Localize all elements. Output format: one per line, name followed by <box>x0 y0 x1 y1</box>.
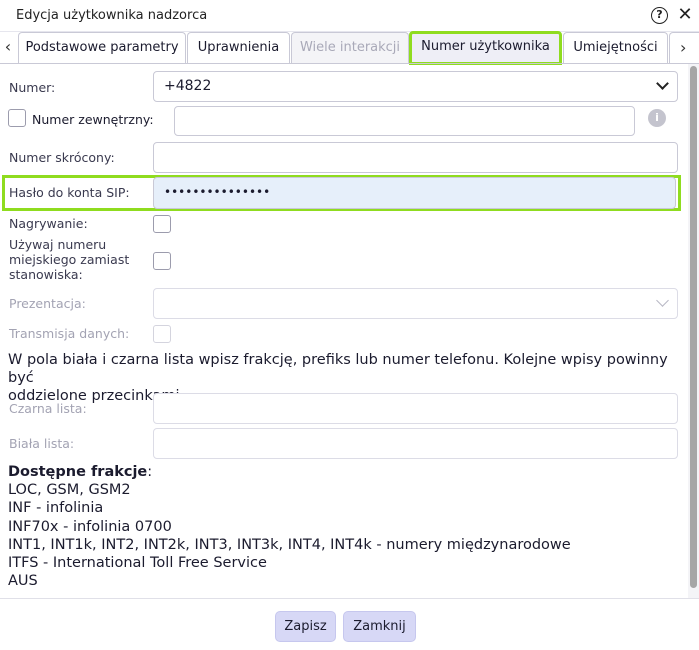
close-button[interactable]: Zamknij <box>343 611 416 642</box>
dialog-title: Edycja użytkownika nadzorca <box>16 8 208 23</box>
czarna-lista-input[interactable] <box>153 393 678 424</box>
tab-label: Umiejętności <box>573 40 658 55</box>
numer-label: Numer: <box>9 80 56 95</box>
tab-label: Uprawnienia <box>197 40 280 55</box>
tab-umiejetnosci[interactable]: Umiejętności <box>563 32 668 64</box>
tab-wiele-interakcji: Wiele interakcji <box>291 32 409 64</box>
tab-uprawnienia[interactable]: Uprawnienia <box>187 32 290 64</box>
tab-numer-uzytkownika[interactable]: Numer użytkownika <box>409 31 562 65</box>
numer-miejski-label: Używaj numeru miejskiego zamiast stanowi… <box>9 237 130 282</box>
prezentacja-select[interactable] <box>153 288 678 319</box>
save-button[interactable]: Zapisz <box>275 611 336 642</box>
czarna-lista-label: Czarna lista: <box>9 401 87 416</box>
biala-lista-input[interactable] <box>153 428 678 459</box>
tab-bar: ‹ Podstawowe parametry Uprawnienia Wiele… <box>0 31 699 65</box>
tab-scroll-left-icon[interactable]: ‹ <box>0 32 16 64</box>
haslo-sip-input[interactable]: ••••••••••••••• <box>153 177 676 209</box>
numer-value: +4822 <box>164 78 212 94</box>
fractions-heading: Dostępne frakcje: <box>8 464 153 480</box>
numer-zewnetrzny-input[interactable] <box>174 106 635 136</box>
tab-scroll-right-icon[interactable]: › <box>669 32 699 64</box>
fraction-line: INT1, INT1k, INT2, INT2k, INT3, INT3k, I… <box>8 536 571 553</box>
nagrywanie-label: Nagrywanie: <box>9 216 88 231</box>
help-icon[interactable]: ? <box>651 7 668 24</box>
prezentacja-label: Prezentacja: <box>9 296 86 311</box>
fraction-line: LOC, GSM, GSM2 <box>8 482 131 499</box>
chevron-down-icon <box>656 77 669 90</box>
dialog-footer: Zapisz Zamknij <box>0 598 699 650</box>
haslo-sip-label: Hasło do konta SIP: <box>9 185 130 200</box>
chevron-down-icon <box>656 294 669 307</box>
numer-skrocony-input[interactable] <box>153 142 678 173</box>
numer-zewnetrzny-checkbox[interactable] <box>8 109 26 127</box>
available-fractions-list: Dostępne frakcje: LOC, GSM, GSM2 INF - i… <box>8 463 678 590</box>
nagrywanie-checkbox[interactable] <box>153 215 171 233</box>
dialog-titlebar: Edycja użytkownika nadzorca ? ✕ <box>0 0 699 32</box>
biala-lista-label: Biała lista: <box>9 436 75 451</box>
close-icon[interactable]: ✕ <box>676 5 694 25</box>
numer-miejski-checkbox[interactable] <box>153 252 171 270</box>
fraction-line: INF70x - infolinia 0700 <box>8 518 172 535</box>
fraction-line: ITFS - International Toll Free Service <box>8 555 267 572</box>
tab-label: Podstawowe parametry <box>25 40 179 55</box>
scrollbar-thumb[interactable] <box>690 66 697 588</box>
tab-label: Numer użytkownika <box>421 39 550 54</box>
transmisja-danych-checkbox[interactable] <box>153 325 171 343</box>
transmisja-danych-label: Transmisja danych: <box>9 326 130 341</box>
fraction-line: INF - infolinia <box>8 500 104 517</box>
haslo-sip-value: ••••••••••••••• <box>164 185 271 199</box>
tab-podstawowe-parametry[interactable]: Podstawowe parametry <box>18 32 186 64</box>
info-icon[interactable]: i <box>648 109 666 127</box>
form-content: Numer: +4822 Numer zewnętrzny: i Numer s… <box>0 64 699 598</box>
numer-zewnetrzny-label: Numer zewnętrzny: <box>32 112 154 127</box>
vertical-scrollbar[interactable] <box>688 64 699 598</box>
tab-label: Wiele interakcji <box>299 40 401 55</box>
fraction-line: AUS <box>8 573 38 590</box>
numer-skrocony-label: Numer skrócony: <box>9 150 115 165</box>
numer-select[interactable]: +4822 <box>153 71 678 102</box>
